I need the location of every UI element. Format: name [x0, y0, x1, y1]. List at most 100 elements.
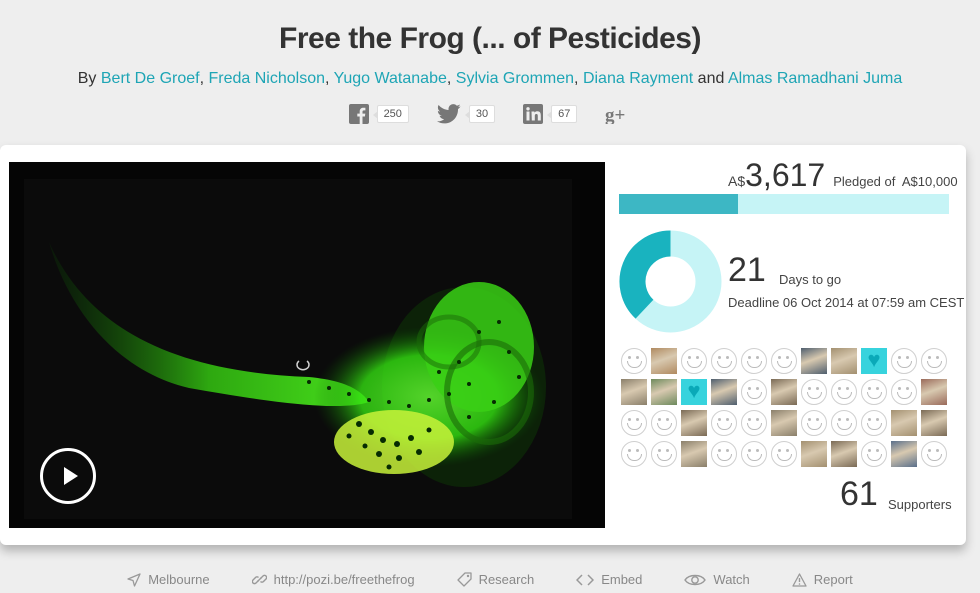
supporter-avatar-default[interactable]	[741, 441, 767, 467]
supporter-avatar-default[interactable]	[621, 441, 647, 467]
supporter-avatar-default[interactable]	[771, 441, 797, 467]
video-frame	[9, 162, 605, 528]
supporter-avatar-default[interactable]	[711, 410, 737, 436]
pledged-label: Pledged of	[833, 174, 896, 189]
linkedin-count: 67	[547, 105, 578, 123]
pledged-amount: A$ 3,617 Pledged of A$10,000	[728, 157, 958, 194]
code-icon	[576, 573, 595, 586]
supporter-avatar-default[interactable]	[861, 441, 887, 467]
category-link[interactable]: Research	[456, 572, 534, 587]
supporter-avatar-photo[interactable]	[921, 379, 947, 405]
author-link[interactable]: Freda Nicholson	[208, 70, 325, 87]
supporter-avatar-default[interactable]	[741, 348, 767, 374]
supporter-avatar-photo[interactable]	[801, 441, 827, 467]
linkedin-icon	[523, 104, 544, 124]
play-button[interactable]	[40, 448, 96, 504]
supporter-avatar-photo[interactable]	[681, 441, 707, 467]
supporter-avatar-photo[interactable]	[771, 410, 797, 436]
separator: ,	[574, 70, 579, 87]
supporter-avatar-default[interactable]	[711, 441, 737, 467]
project-footer-links: Melbourne http://pozi.be/freethefrog Res…	[0, 572, 980, 587]
video-player[interactable]	[9, 162, 605, 528]
facebook-share[interactable]: 250	[348, 104, 409, 124]
report-label: Report	[813, 572, 853, 587]
supporter-avatar-default[interactable]	[741, 410, 767, 436]
supporter-avatar-default[interactable]	[621, 410, 647, 436]
report-link[interactable]: Report	[792, 572, 853, 587]
author-link[interactable]: Diana Rayment	[583, 70, 693, 87]
short-url-label: http://pozi.be/freethefrog	[273, 572, 415, 587]
location-icon	[127, 572, 141, 587]
supporter-avatar-default[interactable]	[711, 348, 737, 374]
days-to-go-value: 21	[728, 251, 766, 289]
pledged-of-label: Pledged of A$10,000	[833, 174, 957, 189]
project-title: Free the Frog (... of Pesticides)	[279, 22, 701, 55]
location-label: Melbourne	[148, 572, 210, 587]
deadline-text: Deadline 06 Oct 2014 at 07:59 am CEST	[728, 295, 965, 310]
supporter-avatar-default[interactable]	[921, 441, 947, 467]
supporters-label: Supporters	[888, 497, 952, 512]
link-icon	[251, 574, 267, 585]
svg-text:g+: g+	[605, 105, 625, 124]
embed-label: Embed	[601, 572, 643, 587]
supporter-avatar-photo[interactable]	[651, 348, 677, 374]
author-byline: By Bert De Groef, Freda Nicholson, Yugo …	[0, 70, 980, 88]
supporter-avatar-photo[interactable]	[681, 410, 707, 436]
supporter-avatar-default[interactable]	[801, 379, 827, 405]
supporter-avatar-photo[interactable]	[651, 379, 677, 405]
location-link[interactable]: Melbourne	[127, 572, 210, 587]
supporter-avatar-default[interactable]	[831, 379, 857, 405]
supporters-grid	[621, 347, 947, 467]
supporter-avatar-default[interactable]	[861, 379, 887, 405]
tag-icon	[456, 572, 472, 587]
supporter-avatar-heart[interactable]	[681, 378, 707, 405]
funding-progress-bar	[619, 194, 949, 214]
linkedin-share[interactable]: 67	[523, 104, 578, 124]
supporter-avatar-photo[interactable]	[771, 379, 797, 405]
supporter-avatar-photo[interactable]	[891, 410, 917, 436]
project-card: A$ 3,617 Pledged of A$10,000 21 Days to …	[0, 145, 966, 545]
supporter-avatar-default[interactable]	[651, 410, 677, 436]
supporter-avatar-default[interactable]	[621, 348, 647, 374]
warning-icon	[792, 572, 807, 587]
supporter-avatar-default[interactable]	[801, 410, 827, 436]
supporter-avatar-default[interactable]	[921, 348, 947, 374]
author-link[interactable]: Almas Ramadhani Juma	[728, 70, 902, 87]
separator: ,	[324, 70, 330, 87]
supporter-avatar-default[interactable]	[891, 348, 917, 374]
by-label: By	[77, 70, 97, 87]
supporter-avatar-photo[interactable]	[921, 410, 947, 436]
author-link[interactable]: Yugo Watanabe	[334, 70, 447, 87]
facebook-count: 250	[372, 105, 409, 123]
supporter-avatar-photo[interactable]	[891, 441, 917, 467]
supporter-avatar-default[interactable]	[651, 441, 677, 467]
author-link[interactable]: Bert De Groef	[101, 70, 200, 87]
separator: ,	[446, 70, 452, 87]
supporter-avatar-photo[interactable]	[831, 441, 857, 467]
watch-label: Watch	[713, 572, 750, 587]
embed-link[interactable]: Embed	[576, 572, 642, 587]
currency-label: A$	[728, 173, 746, 189]
supporter-avatar-default[interactable]	[741, 379, 767, 405]
supporter-avatar-default[interactable]	[831, 410, 857, 436]
supporter-avatar-default[interactable]	[891, 379, 917, 405]
short-url-link[interactable]: http://pozi.be/freethefrog	[251, 572, 415, 587]
twitter-count: 30	[464, 105, 496, 123]
supporter-avatar-heart[interactable]	[861, 347, 887, 374]
watch-link[interactable]: Watch	[684, 572, 750, 587]
supporter-avatar-photo[interactable]	[801, 348, 827, 374]
supporter-avatar-photo[interactable]	[711, 379, 737, 405]
author-link[interactable]: Sylvia Grommen	[456, 70, 574, 87]
supporter-avatar-default[interactable]	[861, 410, 887, 436]
goal-value: A$10,000	[901, 174, 958, 189]
supporter-avatar-photo[interactable]	[621, 379, 647, 405]
social-share-bar: 250 30 67 g+	[0, 104, 980, 124]
separator: ,	[199, 70, 205, 87]
supporter-avatar-photo[interactable]	[831, 348, 857, 374]
google-plus-share[interactable]: g+	[605, 104, 631, 124]
supporters-count: 61	[840, 475, 878, 513]
twitter-share[interactable]: 30	[436, 104, 496, 124]
supporter-avatar-default[interactable]	[771, 348, 797, 374]
supporter-avatar-default[interactable]	[681, 348, 707, 374]
days-remaining-donut	[619, 230, 722, 333]
